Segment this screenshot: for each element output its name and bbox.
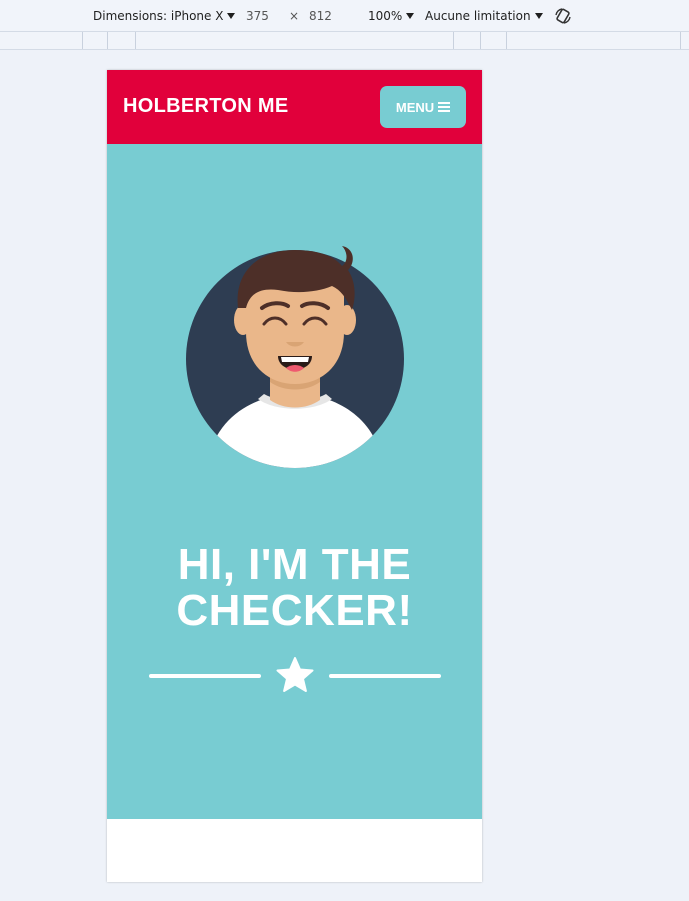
ruler-tick xyxy=(82,32,83,49)
star-icon xyxy=(276,657,314,692)
zoom-label: 100% xyxy=(368,9,403,23)
divider-line-right xyxy=(329,674,441,678)
hero-title: HI, I'M THE CHECKER! xyxy=(107,542,482,634)
menu-label: MENU xyxy=(395,99,435,115)
chevron-down-icon xyxy=(227,13,236,19)
dimension-separator: × xyxy=(289,9,300,23)
throttle-label: Aucune limitation xyxy=(425,9,531,23)
menu-button[interactable]: MENU xyxy=(380,86,466,128)
hero-title-line: CHECKER! xyxy=(176,586,413,635)
zoom-select[interactable]: 100% xyxy=(368,9,415,23)
rotate-icon[interactable] xyxy=(554,7,572,25)
hero-section: HI, I'M THE CHECKER! xyxy=(107,144,482,819)
ruler-tick xyxy=(453,32,454,49)
hero-title-line: HI, I'M THE xyxy=(177,540,412,589)
ruler-tick xyxy=(480,32,481,49)
hamburger-icon xyxy=(438,102,451,112)
site-header: HOLBERTON ME MENU xyxy=(107,70,482,144)
ruler-tick xyxy=(506,32,507,49)
ruler-tick xyxy=(135,32,136,49)
media-query-ruler xyxy=(0,32,689,50)
ruler-tick xyxy=(680,32,681,49)
chevron-down-icon xyxy=(534,13,543,19)
devtools-toolbar: Dimensions: iPhone X 375 × 812 100% Aucu… xyxy=(0,0,689,50)
device-width-input[interactable]: 375 xyxy=(246,9,269,23)
device-dimensions-select[interactable]: Dimensions: iPhone X xyxy=(93,9,236,23)
avatar xyxy=(186,246,404,468)
device-height-input[interactable]: 812 xyxy=(309,9,332,23)
chevron-down-icon xyxy=(406,13,415,19)
device-viewport: HOLBERTON ME MENU HI, I'M THE CHECKER! xyxy=(107,70,482,882)
device-toolbar: Dimensions: iPhone X 375 × 812 100% Aucu… xyxy=(0,0,689,32)
throttle-select[interactable]: Aucune limitation xyxy=(425,9,543,23)
ruler-tick xyxy=(107,32,108,49)
device-dimensions-label: Dimensions: iPhone X xyxy=(93,9,224,23)
site-title[interactable]: HOLBERTON ME xyxy=(123,95,288,118)
divider-line-left xyxy=(149,674,261,678)
